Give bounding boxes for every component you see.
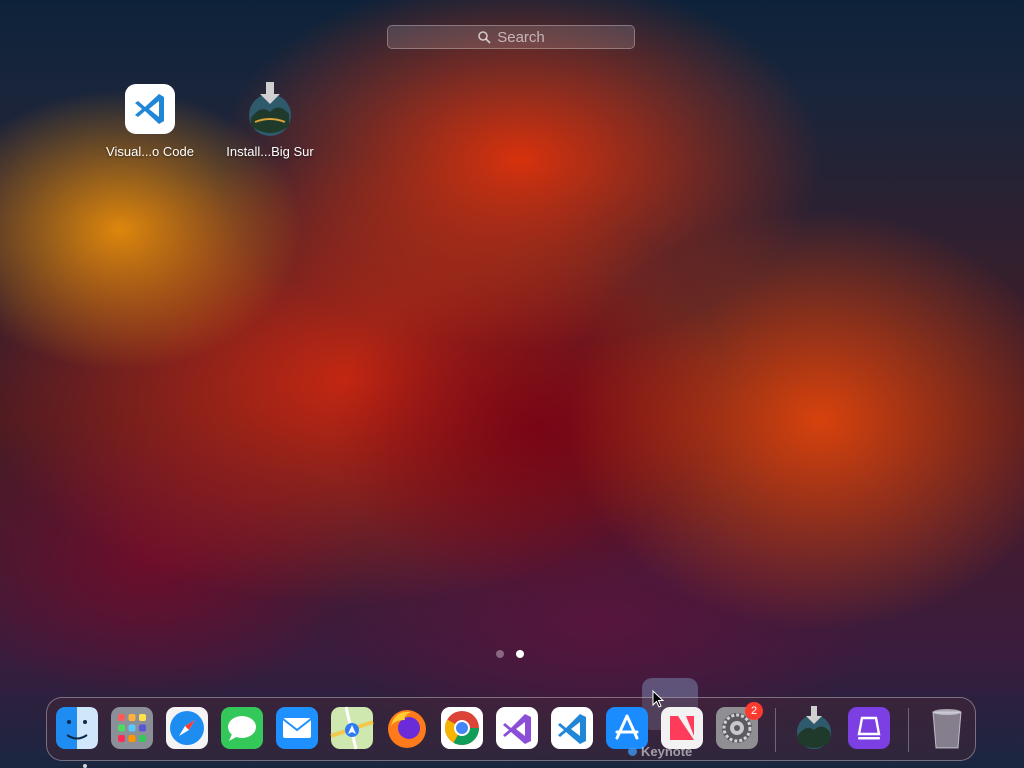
page-dot-1[interactable] (496, 650, 504, 658)
running-indicator (83, 764, 87, 768)
macos-installer-icon (797, 706, 831, 749)
launchpad-app-vscode[interactable]: Visual...o Code (90, 82, 210, 159)
launchpad-app-install-big-sur[interactable]: Install...Big Sur (210, 82, 330, 159)
search-placeholder: Search (497, 28, 545, 46)
vscode-icon (551, 707, 593, 749)
launchpad-icon (111, 707, 153, 749)
dock-item-safari[interactable] (165, 706, 209, 750)
dock-item-trash[interactable] (925, 706, 969, 750)
notification-badge: 2 (745, 702, 763, 720)
macos-installer-icon (243, 82, 297, 136)
dock-item-chrome[interactable] (440, 706, 484, 750)
trash-icon (932, 709, 962, 749)
mail-icon (276, 707, 318, 749)
dock-item-maps[interactable] (330, 706, 374, 750)
page-dot-2[interactable] (516, 650, 524, 658)
dock-item-system-preferences[interactable]: 2 (715, 702, 763, 750)
keynote-indicator-icon (628, 747, 637, 756)
maps-icon (330, 706, 374, 750)
messages-icon (221, 707, 263, 749)
finder-icon (56, 707, 98, 749)
cursor-icon (652, 690, 664, 708)
dock-item-mail[interactable] (275, 706, 319, 750)
dock-item-firefox[interactable] (385, 706, 429, 750)
dragged-app-label: Keynote (628, 744, 692, 759)
dock-item-messages[interactable] (220, 706, 264, 750)
firefox-icon (388, 710, 426, 748)
dock-item-install-big-sur[interactable] (792, 706, 836, 750)
app-label: Install...Big Sur (226, 144, 314, 159)
dock-item-vscode[interactable] (550, 706, 594, 750)
purple-app-icon (848, 707, 890, 749)
dock-item-purple-app[interactable] (847, 706, 891, 750)
chrome-icon (441, 707, 483, 749)
app-label: Visual...o Code (106, 144, 194, 159)
search-icon (478, 31, 491, 44)
search-field[interactable]: Search (387, 25, 635, 49)
visual-studio-icon (496, 707, 538, 749)
dock-separator (775, 708, 776, 752)
dock-item-launchpad[interactable] (110, 706, 154, 750)
page-indicator (496, 650, 524, 658)
dock-item-visual-studio[interactable] (495, 706, 539, 750)
dock-item-finder[interactable] (55, 706, 99, 768)
dock: 2 (46, 697, 976, 768)
dock-separator (908, 708, 909, 752)
safari-icon (166, 707, 208, 749)
vscode-icon (123, 82, 177, 136)
